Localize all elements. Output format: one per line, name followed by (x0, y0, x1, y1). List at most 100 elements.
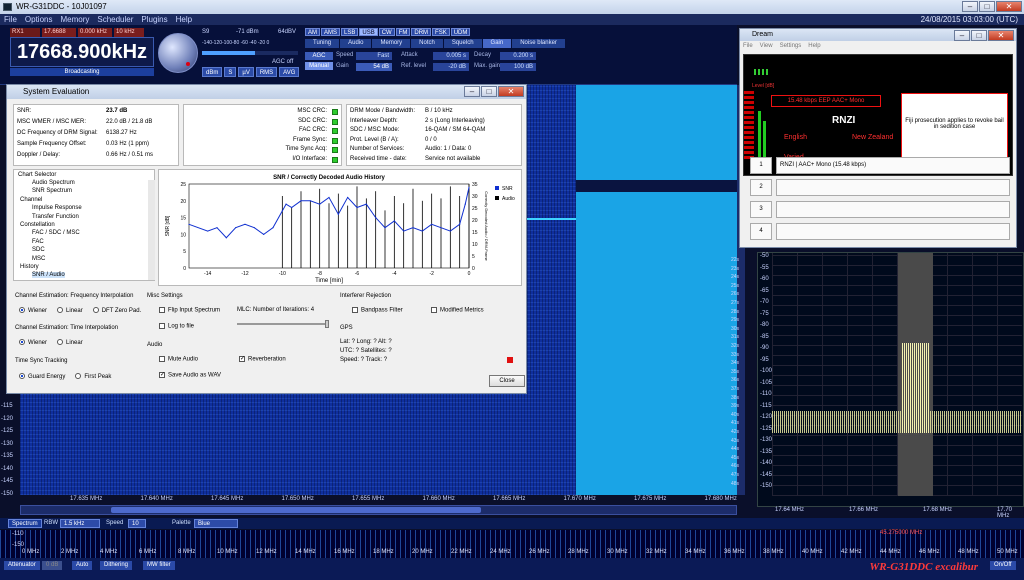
speed-select-bottom[interactable]: 10 (128, 519, 146, 528)
log-file-checkbox[interactable]: Log to file (159, 323, 194, 330)
mode-cw-button[interactable]: CW (378, 28, 395, 36)
close-button-dialog[interactable]: Close (489, 375, 525, 387)
agc-button[interactable]: AGC (305, 52, 333, 60)
meter-rms-button[interactable]: RMS (255, 67, 278, 77)
spectrum-button[interactable]: Spectrum (8, 519, 42, 528)
tab-noise-blanker[interactable]: Noise blanker (512, 39, 565, 48)
attenuator-select[interactable]: 0 dB (42, 561, 63, 570)
menu-file[interactable]: File (4, 15, 17, 24)
decay-value[interactable]: 0.200 s (500, 52, 536, 60)
tree-item-history[interactable]: History (20, 264, 39, 270)
frequency-display[interactable]: 17668.900kHz (10, 37, 154, 67)
tab-memory[interactable]: Memory (372, 39, 411, 48)
maximize-button[interactable]: □ (979, 1, 995, 12)
tab-audio[interactable]: Audio (340, 39, 372, 48)
service-row[interactable]: 1 RNZI | AAC+ Mono (15.48 kbps) (750, 157, 1010, 174)
tree-item-msc[interactable]: MSC (32, 256, 45, 262)
mode-ams-button[interactable]: AMS (321, 28, 341, 36)
meter-uv-button[interactable]: µV (238, 67, 254, 77)
manual-button[interactable]: Manual (305, 62, 333, 70)
minimize-button[interactable]: – (962, 1, 978, 12)
service-row[interactable]: 3 (750, 201, 1010, 218)
dream-menu-view[interactable]: View (760, 43, 773, 49)
ti-option-0[interactable]: Wiener (19, 339, 47, 346)
mode-udm-button[interactable]: UDM (450, 28, 471, 36)
dream-menu-file[interactable]: File (743, 43, 753, 49)
power-button[interactable]: On/Off (990, 561, 1016, 570)
menu-options[interactable]: Options (25, 15, 53, 24)
menu-scheduler[interactable]: Scheduler (97, 15, 133, 24)
menu-plugins[interactable]: Plugins (141, 15, 167, 24)
flip-spectrum-checkbox[interactable]: Flip Input Spectrum (159, 307, 220, 314)
bandpass-checkbox[interactable]: Bandpass Filter (352, 307, 403, 314)
service-button[interactable]: 3 (750, 201, 772, 218)
reverberation-checkbox[interactable]: ✓ Reverberation (239, 356, 286, 363)
snr-point (440, 227, 442, 229)
tab-tuning[interactable]: Tuning (305, 39, 340, 48)
service-row[interactable]: 4 (750, 223, 1010, 240)
tree-item-impulse-response[interactable]: Impulse Response (32, 205, 82, 211)
speed-select[interactable]: Fast (356, 52, 392, 60)
ts-option-0[interactable]: Guard Energy (19, 373, 65, 380)
modified-metrics-checkbox[interactable]: Modified Metrics (431, 307, 484, 314)
mode-am-button[interactable]: AM (305, 28, 320, 36)
tree-item-audio-spectrum[interactable]: Audio Spectrum (32, 180, 75, 186)
scroll-thumb[interactable] (111, 507, 481, 513)
dialog-minimize-button[interactable]: – (464, 86, 480, 97)
service-row[interactable]: 2 (750, 179, 1010, 196)
maxgain-value[interactable]: 100 dB (500, 63, 536, 71)
dialog-maximize-button[interactable]: □ (481, 86, 497, 97)
gain-value[interactable]: 54 dB (356, 63, 392, 71)
tree-item-snr-spectrum[interactable]: SNR Spectrum (32, 188, 72, 194)
tab-squelch[interactable]: Squelch (443, 39, 482, 48)
dialog-close-x[interactable]: ✕ (498, 86, 524, 97)
tree-item-channel[interactable]: Channel (20, 197, 42, 203)
meter-avg-button[interactable]: AVG (279, 67, 300, 77)
tab-notch[interactable]: Notch (411, 39, 443, 48)
menu-help[interactable]: Help (176, 15, 192, 24)
attack-value[interactable]: 0.005 s (433, 52, 469, 60)
service-button[interactable]: 4 (750, 223, 772, 240)
rbw-select[interactable]: 1.5 kHz (60, 519, 100, 528)
right-spectrum[interactable]: -50 -55 -60 -65 -70 -75 -80 -85 -90 -95 -100 -105 -1… (757, 252, 1024, 507)
mute-audio-checkbox[interactable]: Mute Audio (159, 356, 198, 363)
menu-memory[interactable]: Memory (60, 15, 89, 24)
dithering-button[interactable]: Dithering (100, 561, 133, 570)
palette-select[interactable]: Blue (194, 519, 238, 528)
tree-item-sdc[interactable]: SDC (32, 247, 45, 253)
tree-item-fac-sdc-msc[interactable]: FAC / SDC / MSC (32, 230, 80, 236)
tuning-knob[interactable] (158, 33, 198, 73)
dream-menu-settings[interactable]: Settings (780, 43, 802, 49)
fi-option-2[interactable]: DFT Zero Pad. (92, 307, 141, 314)
dream-minimize-button[interactable]: – (954, 30, 970, 41)
mode-usb-button[interactable]: USB (359, 28, 378, 36)
ti-option-1[interactable]: Linear (57, 339, 83, 346)
meter-s-button[interactable]: S (224, 67, 237, 77)
dream-close-button[interactable]: ✕ (988, 30, 1014, 41)
tree-item-transfer-function[interactable]: Transfer Function (32, 214, 79, 220)
service-button[interactable]: 1 (750, 157, 772, 174)
ts-option-1[interactable]: First Peak (75, 373, 111, 380)
close-button[interactable]: ✕ (996, 1, 1022, 12)
reflevel-value[interactable]: -20 dB (433, 63, 469, 71)
tree-item-fac[interactable]: FAC (32, 239, 44, 245)
tab-gain[interactable]: Gain (482, 39, 512, 48)
auto-button[interactable]: Auto (72, 561, 93, 570)
dream-maximize-button[interactable]: □ (971, 30, 987, 41)
service-button[interactable]: 2 (750, 179, 772, 196)
mode-drm-button[interactable]: DRM (411, 28, 432, 36)
waterfall-scrollbar[interactable] (20, 505, 737, 515)
tree-item-snr-audio[interactable]: SNR / Audio (32, 272, 65, 279)
fi-option-0[interactable]: Wiener (19, 307, 47, 314)
save-wav-checkbox[interactable]: ✓ Save Audio as WAV (159, 372, 221, 379)
tree-scrollbar[interactable] (148, 180, 155, 280)
fi-option-1[interactable]: Linear (57, 307, 83, 314)
mw-filter-button[interactable]: MW filter (143, 561, 175, 570)
mlc-slider[interactable] (237, 320, 329, 328)
mode-fm-button[interactable]: FM (395, 28, 411, 36)
dream-menu-help[interactable]: Help (808, 43, 820, 49)
mode-lsb-button[interactable]: LSB (341, 28, 359, 36)
meter-dbm-button[interactable]: dBm (202, 67, 223, 77)
tree-item-constellation[interactable]: Constellation (20, 222, 55, 228)
mode-fsk-button[interactable]: FSK (432, 28, 450, 36)
